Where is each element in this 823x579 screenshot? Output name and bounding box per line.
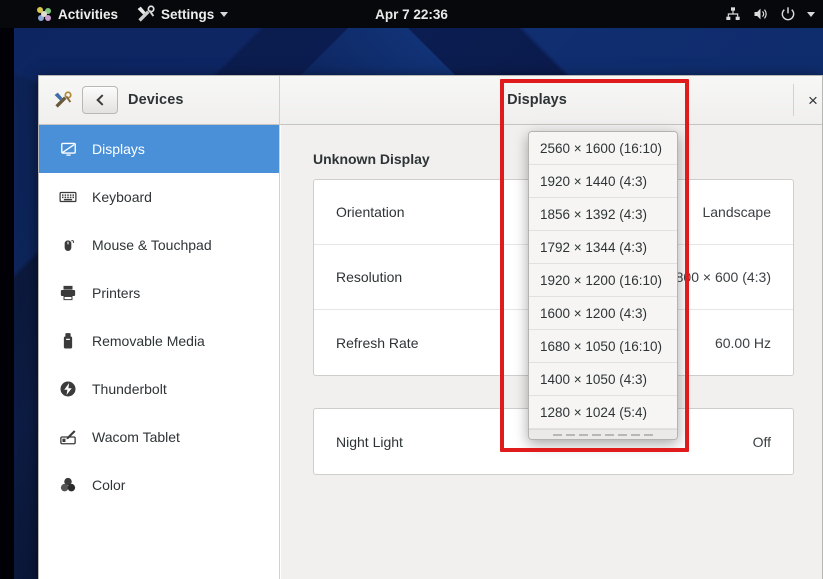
sidebar-item-label: Keyboard	[92, 189, 152, 205]
sidebar-item-label: Color	[92, 477, 126, 493]
sidebar-item-removable-media[interactable]: Removable Media	[39, 317, 279, 365]
sidebar-item-label: Displays	[92, 141, 145, 157]
dropdown-option[interactable]: 1280 × 1024 (5:4)	[529, 396, 677, 429]
volume-icon	[754, 8, 767, 20]
dropdown-option[interactable]: 1792 × 1344 (4:3)	[529, 231, 677, 264]
app-menu-label: Settings	[161, 6, 215, 22]
row-label: Night Light	[336, 433, 403, 450]
sidebar-item-color[interactable]: Color	[39, 461, 279, 509]
color-icon	[59, 476, 77, 494]
sidebar-item-label: Mouse & Touchpad	[92, 237, 212, 253]
sidebar-item-printers[interactable]: Printers	[39, 269, 279, 317]
window-header-bar: Devices Displays ×	[39, 76, 822, 125]
status-caret-down-icon[interactable]	[807, 11, 815, 17]
top-bar-left: Activities Settings	[28, 0, 237, 28]
dropdown-option-selected[interactable]: 1920 × 1200 (16:10)	[529, 264, 677, 297]
thunderbolt-icon	[59, 380, 77, 398]
top-bar-status-area[interactable]	[725, 0, 815, 28]
sidebar-panel-title: Devices	[128, 92, 184, 108]
power-icon	[781, 7, 795, 21]
sidebar-item-label: Removable Media	[92, 333, 205, 349]
app-menu-button[interactable]: Settings	[127, 0, 237, 28]
keyboard-icon	[59, 188, 77, 206]
sidebar-item-label: Wacom Tablet	[92, 429, 180, 445]
row-label: Orientation	[336, 204, 405, 220]
close-icon[interactable]: ×	[808, 89, 822, 111]
back-button[interactable]	[82, 86, 118, 114]
activities-button[interactable]: Activities	[28, 0, 127, 28]
sidebar-item-displays[interactable]: Displays	[39, 125, 279, 173]
settings-tools-icon	[137, 4, 155, 22]
dropdown-option[interactable]: 1680 × 1050 (16:10)	[529, 330, 677, 363]
activities-label: Activities	[58, 6, 119, 22]
row-value: Landscape	[702, 204, 771, 220]
page-title: Displays	[507, 92, 567, 108]
settings-window: Devices Displays × Displays Keyboard Mou…	[38, 75, 823, 579]
usb-drive-icon	[59, 332, 77, 350]
header-bar-sidebar-section: Devices	[39, 76, 280, 124]
sidebar-item-keyboard[interactable]: Keyboard	[39, 173, 279, 221]
wacom-tablet-icon	[59, 428, 77, 446]
mouse-icon	[59, 236, 77, 254]
dropdown-scroll-down-indicator[interactable]	[529, 429, 677, 439]
dropdown-option[interactable]: 1856 × 1392 (4:3)	[529, 198, 677, 231]
resolution-dropdown-menu[interactable]: 2560 × 1600 (16:10) 1920 × 1440 (4:3) 18…	[528, 131, 678, 440]
clock-label[interactable]: Apr 7 22:36	[375, 7, 448, 22]
header-separator	[793, 84, 794, 116]
dropdown-option[interactable]: 1400 × 1050 (4:3)	[529, 363, 677, 396]
sidebar-item-label: Printers	[92, 285, 141, 301]
row-label: Refresh Rate	[336, 334, 419, 351]
dropdown-option[interactable]: 1600 × 1200 (4:3)	[529, 297, 677, 330]
row-value: Off	[752, 433, 771, 450]
row-label: Resolution	[336, 269, 403, 285]
sidebar-item-label: Thunderbolt	[92, 381, 167, 397]
dropdown-option[interactable]: 2560 × 1600 (16:10)	[529, 132, 677, 165]
caret-down-icon	[220, 11, 229, 17]
sidebar-item-wacom-tablet[interactable]: Wacom Tablet	[39, 413, 279, 461]
chevron-left-icon	[95, 94, 108, 106]
display-icon	[59, 140, 77, 158]
network-wired-icon	[726, 7, 740, 20]
gnome-top-bar: Activities Settings Apr 7 22:36	[0, 0, 823, 28]
settings-tools-icon	[54, 90, 72, 108]
sidebar-item-mouse-touchpad[interactable]: Mouse & Touchpad	[39, 221, 279, 269]
printer-icon	[59, 284, 77, 302]
row-value: 800 × 600 (4:3)	[675, 269, 771, 285]
gnome-logo-icon	[37, 6, 52, 22]
header-bar-content-section: Displays ×	[280, 76, 822, 124]
settings-sidebar: Displays Keyboard Mouse & Touchpad Print…	[39, 125, 280, 579]
row-value: 60.00 Hz	[714, 334, 771, 351]
dropdown-option[interactable]: 1920 × 1440 (4:3)	[529, 165, 677, 198]
sidebar-item-thunderbolt[interactable]: Thunderbolt	[39, 365, 279, 413]
